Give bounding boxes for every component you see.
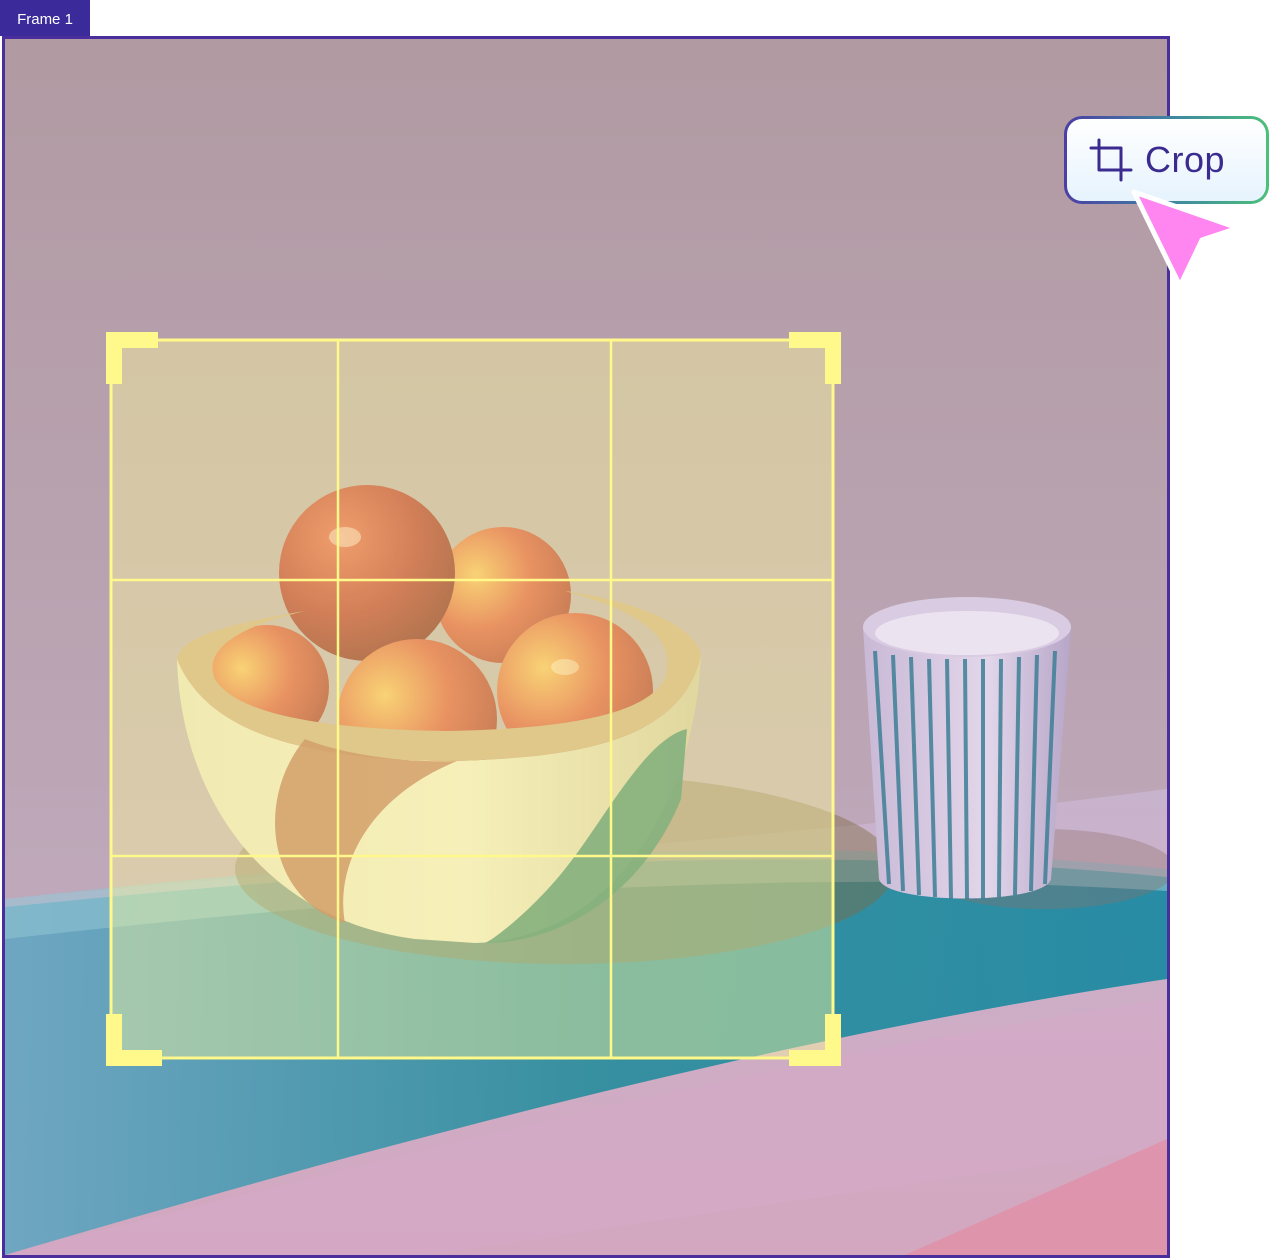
crop-selection-box[interactable]	[106, 332, 841, 1066]
crop-button-label: Crop	[1145, 139, 1226, 180]
frame-label: Frame 1	[0, 0, 90, 36]
pointer-cursor-icon	[1131, 189, 1241, 289]
crop-area-tint	[111, 340, 833, 1058]
crop-icon	[1089, 138, 1133, 182]
striped-cup	[863, 597, 1071, 900]
